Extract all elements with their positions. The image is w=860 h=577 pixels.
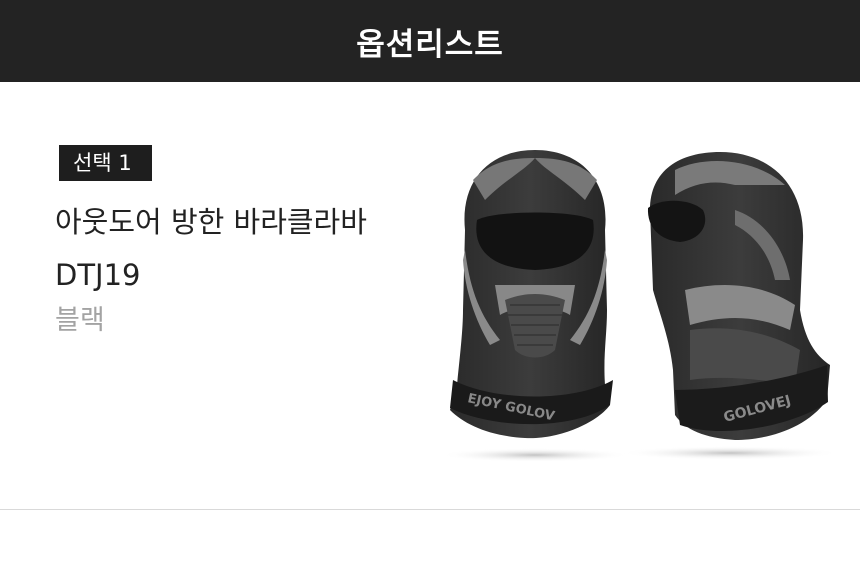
page-title: 옵션리스트 bbox=[356, 26, 504, 63]
product-color: 블랙 bbox=[55, 305, 105, 336]
balaclava-front: EJOY GOLOV bbox=[450, 150, 613, 439]
balaclava-side: GOLOVEJ bbox=[647, 152, 830, 440]
product-image: EJOY GOLOV GOLOVEJ bbox=[435, 140, 845, 470]
divider bbox=[0, 509, 860, 510]
page-header: 옵션리스트 bbox=[0, 0, 860, 82]
option-badge: 선택 1 bbox=[59, 145, 152, 181]
product-name: 아웃도어 방한 바라클라바 DTJ19 bbox=[55, 205, 367, 292]
